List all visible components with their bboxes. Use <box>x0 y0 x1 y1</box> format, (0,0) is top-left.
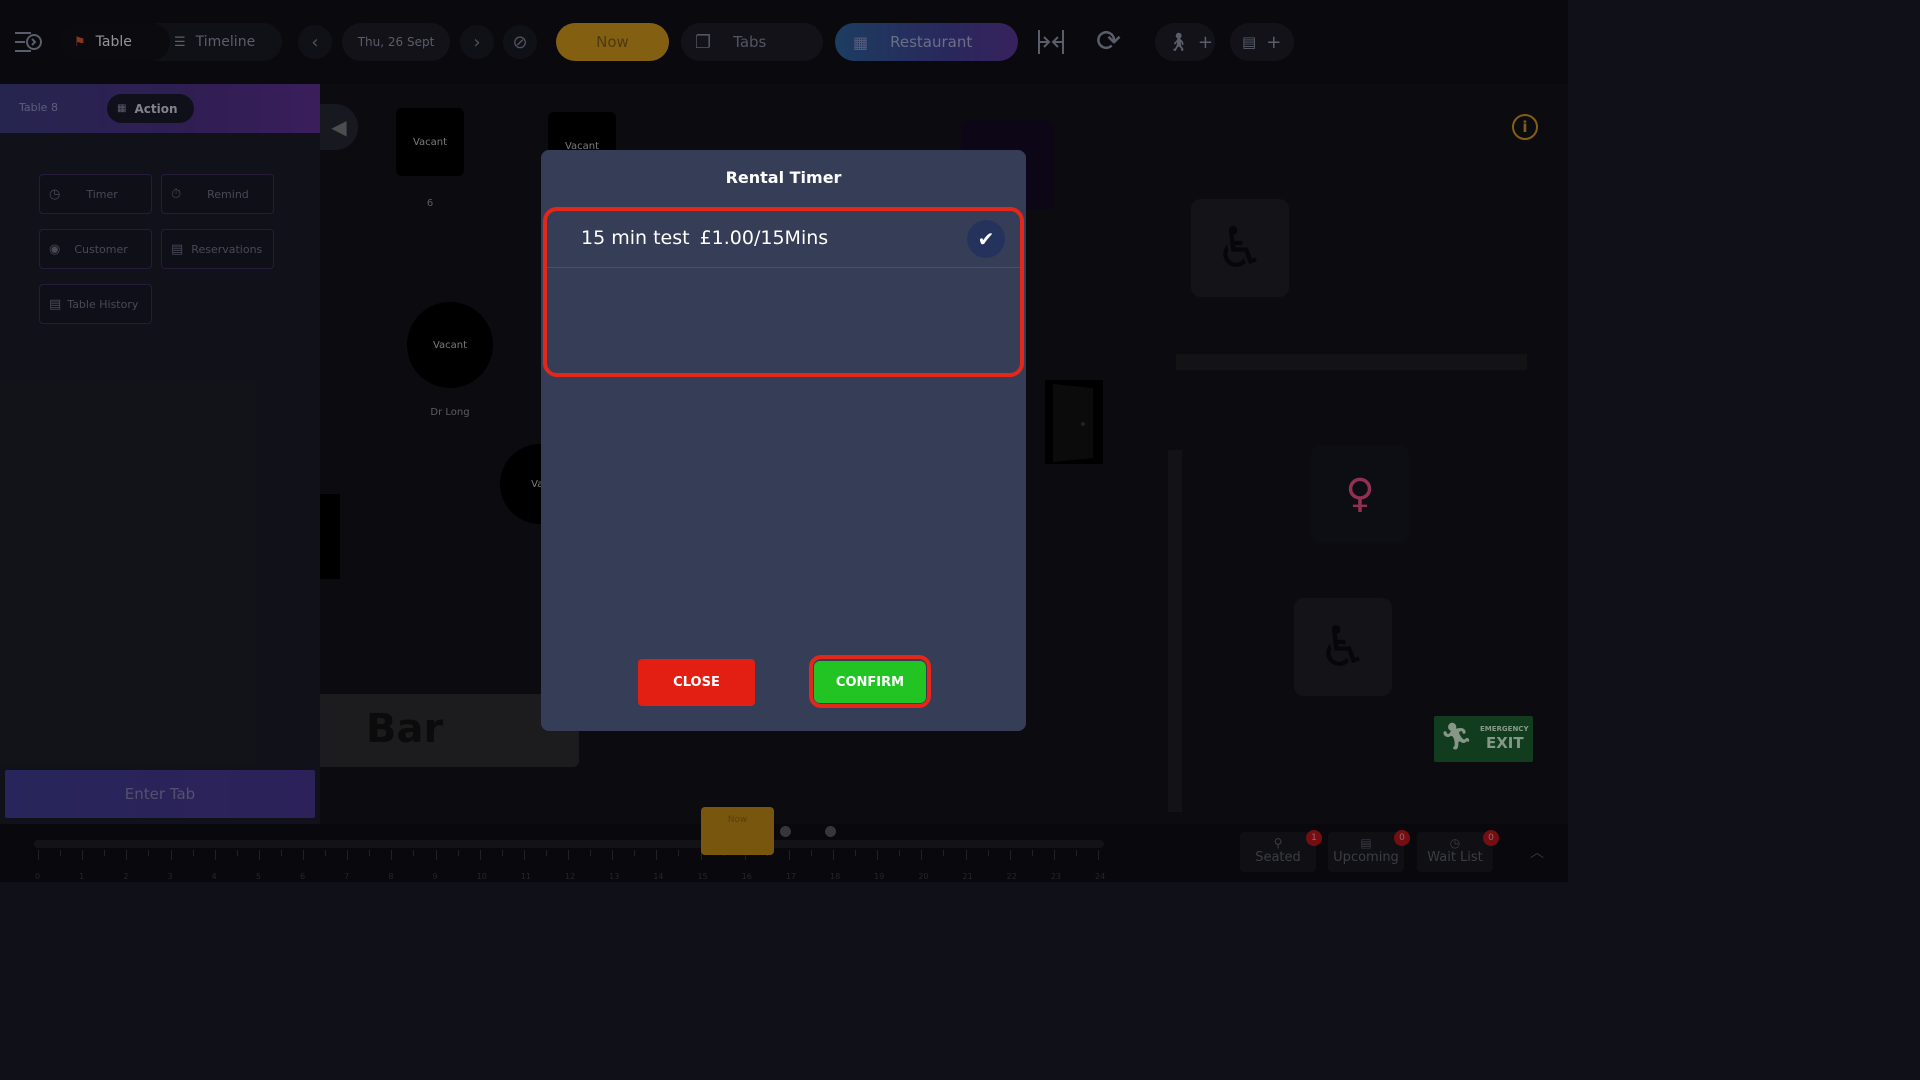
close-label: CLOSE <box>673 675 720 690</box>
confirm-button[interactable]: CONFIRM <box>814 661 926 703</box>
timer-options-list: 15 min test £1.00/15Mins ✔ <box>543 207 1024 377</box>
timer-option-name: 15 min test <box>581 227 690 249</box>
app-root: ⚑ Table ☰ Timeline ‹ Thu, 26 Sept › ⊘ No… <box>0 0 1568 882</box>
timer-option-price: £1.00/15Mins <box>699 227 829 249</box>
close-button[interactable]: CLOSE <box>638 659 755 706</box>
rental-timer-dialog: Rental Timer 15 min test £1.00/15Mins ✔ C… <box>541 150 1026 731</box>
checkmark-icon[interactable]: ✔ <box>967 220 1005 258</box>
confirm-label: CONFIRM <box>835 674 905 690</box>
timer-option[interactable]: 15 min test £1.00/15Mins ✔ <box>547 211 1020 268</box>
timer-option-text: 15 min test £1.00/15Mins <box>581 227 828 249</box>
dialog-title: Rental Timer <box>725 168 842 187</box>
